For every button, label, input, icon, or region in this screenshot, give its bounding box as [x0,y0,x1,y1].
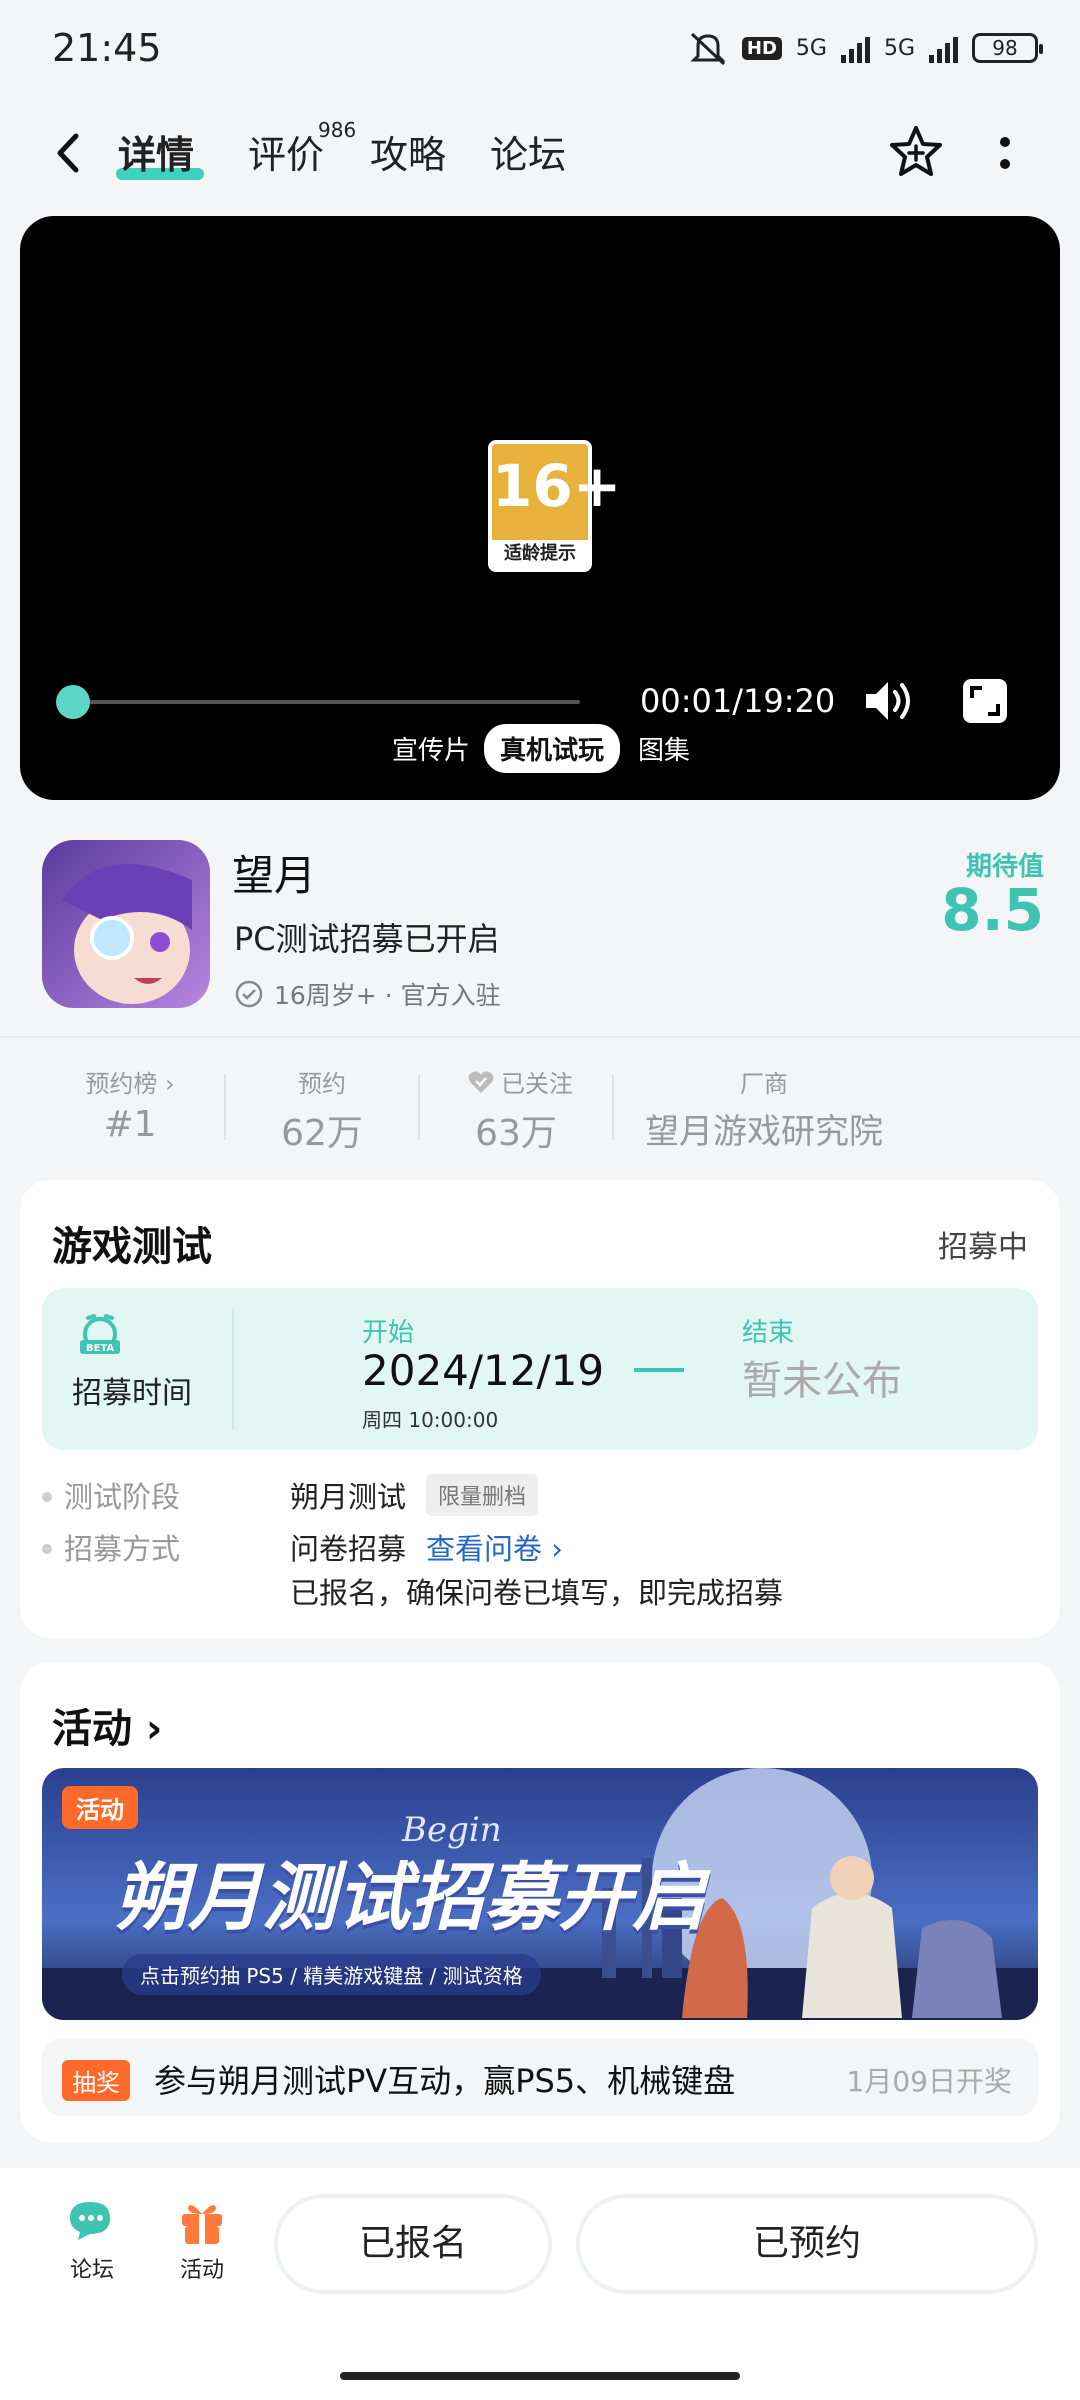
stat-reserve-label: 预约 [298,1070,346,1098]
status-bar: 21:45 HD 5G 5G 98 [0,0,1080,100]
start-date: 2024/12/19 [362,1346,605,1395]
activity-banner[interactable]: 活动 Begin 朔月测试招募开启 点击预约抽 PS5 / 精美游戏键盘 / 测… [42,1768,1038,2020]
stat-divider [224,1074,226,1140]
divider [0,1036,1080,1038]
lottery-tag: 抽奖 [62,2060,130,2101]
video-progress-track[interactable] [56,700,580,704]
status-icons: HD 5G 5G 98 [688,30,1043,66]
back-icon[interactable] [48,128,88,178]
stat-follow-label-text: 已关注 [501,1070,573,1098]
forum-icon [70,2202,110,2240]
row-value-method: 问卷招募 [290,1532,407,1566]
activity-card: 活动 › 活动 Begin 朔月测试招募开启 点击预约抽 PS5 / 精美游戏键… [20,1662,1060,2142]
gift-icon [182,2205,222,2244]
game-subtitle: PC测试招募已开启 [234,920,500,958]
beta-alarm-icon: BETA [80,1314,120,1354]
tab-guides[interactable]: 攻略 [370,124,446,179]
stat-rank-label[interactable]: 预约榜 › [60,1064,200,1099]
banner-subtitle: 点击预约抽 PS5 / 精美游戏键盘 / 测试资格 [122,1954,541,1995]
mute-icon [690,32,726,66]
banner-tag: 活动 [62,1786,138,1829]
stat-follow-value: 63万 [475,1113,557,1154]
video-progress-knob[interactable] [56,685,90,719]
signal-icon [840,33,870,63]
video-tab-gameplay[interactable]: 真机试玩 [484,724,621,773]
end-value: 暂未公布 [742,1358,902,1404]
stat-divider [418,1074,420,1140]
more-icon[interactable] [996,134,1014,174]
network-label-2: 5G [883,35,915,61]
bottom-bar: 论坛 活动 已报名 已预约 [0,2168,1080,2400]
hd-icon: HD [741,36,782,60]
lottery-date: 1月09日开奖 [846,2065,1012,2098]
stat-publisher-label: 厂商 [740,1070,788,1098]
banner-title: 朔月测试招募开启 [114,1855,706,1941]
stat-divider [612,1074,614,1140]
video-tab-gallery[interactable]: 图集 [638,730,690,767]
tab-details[interactable]: 详情 [118,124,194,179]
game-title: 望月 [232,851,317,900]
tab-reviews[interactable]: 评价 [248,124,324,179]
time-box-divider [232,1308,234,1430]
age-rating-number: 16+ [492,452,622,520]
lottery-text: 参与朔月测试PV互动，赢PS5、机械键盘 [154,2062,736,2100]
end-label: 结束 [742,1318,795,1348]
home-indicator[interactable] [340,2372,740,2380]
bottom-activity-button[interactable]: 活动 [172,2196,232,2284]
age-rating-label: 适龄提示 [492,540,588,568]
signup-note: 已报名，确保问卷已填写，即完成招募 [290,1576,784,1610]
recruit-time-box: BETA 招募时间 开始 2024/12/19 周四 10:00:00 结束 暂… [42,1288,1038,1450]
row-key-stage: 测试阶段 [64,1480,181,1514]
activity-title[interactable]: 活动 › [52,1696,162,1754]
game-meta-text: 16周岁+ · 官方入驻 [274,981,501,1010]
volume-icon[interactable] [862,676,916,726]
forum-label: 论坛 [69,2258,114,2283]
reserved-button[interactable]: 已预约 [576,2194,1038,2294]
signed-up-button[interactable]: 已报名 [274,2194,552,2294]
stat-follow-label: 已关注 [440,1064,600,1099]
expect-value: 8.5 [941,876,1044,944]
lottery-row[interactable]: 抽奖 参与朔月测试PV互动，赢PS5、机械键盘 1月09日开奖 [42,2038,1038,2116]
verified-check-icon [235,980,263,1008]
video-time: 00:01/19:20 [640,682,836,720]
bullet [42,1492,52,1502]
stat-publisher-value[interactable]: 望月游戏研究院 [636,1104,892,1153]
arrow-icon [634,1368,684,1372]
beta-text: BETA [86,1343,114,1354]
row-value-stage: 朔月测试 [290,1480,407,1514]
network-label-1: 5G [795,35,827,61]
age-rating-badge: 16+ 适龄提示 [488,440,622,572]
status-time: 21:45 [52,26,162,70]
video-player[interactable]: 16+ 适龄提示 00:01/19:20 宣传片 真机试玩 图集 [20,216,1060,800]
row-key-method: 招募方式 [64,1532,181,1566]
game-test-card: 游戏测试 招募中 BETA 招募时间 开始 2024/12/19 周四 10:0… [20,1180,1060,1638]
start-time: 周四 10:00:00 [362,1408,499,1432]
activity-label: 活动 [179,2258,224,2283]
game-meta: 16周岁+ · 官方入驻 [234,976,501,1012]
battery-icon: 98 [972,33,1043,63]
fullscreen-icon[interactable] [960,676,1010,726]
tab-forum[interactable]: 论坛 [490,124,566,179]
start-label: 开始 [362,1318,415,1348]
review-count-badge: 986 [318,118,357,142]
game-app-icon [42,840,210,1008]
heart-check-icon [468,1070,494,1093]
favorite-star-icon[interactable] [888,124,944,180]
stage-tag: 限量删档 [426,1474,539,1516]
view-survey-link[interactable]: 查看问卷 › [426,1526,563,1568]
recruit-time-label: 招募时间 [72,1376,192,1411]
bottom-forum-button[interactable]: 论坛 [62,2196,122,2284]
video-tab-trailer[interactable]: 宣传片 [392,730,470,767]
recruit-status: 招募中 [938,1230,1028,1265]
test-card-title: 游戏测试 [52,1224,212,1270]
stat-rank-value: #1 [103,1104,157,1145]
signal-icon-2 [929,33,958,63]
stat-reserve-value: 62万 [281,1113,363,1154]
bullet [42,1544,52,1554]
